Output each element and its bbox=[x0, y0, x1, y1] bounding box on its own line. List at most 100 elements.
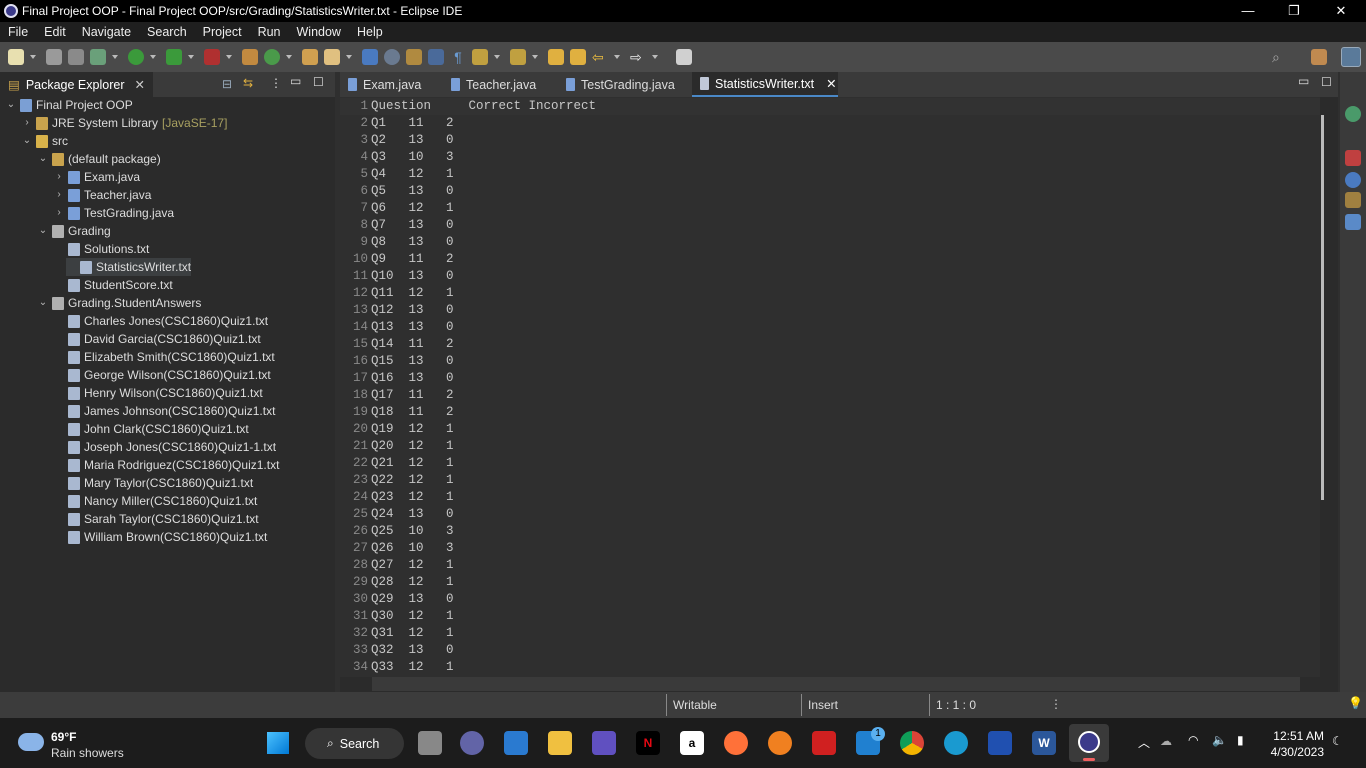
chevron-down-icon[interactable]: ⌄ bbox=[38, 222, 48, 240]
open-task-icon[interactable] bbox=[362, 49, 378, 65]
block-selection-icon[interactable] bbox=[428, 49, 444, 65]
menu-file[interactable]: File bbox=[0, 25, 36, 39]
battery-icon[interactable]: ▮ bbox=[1237, 733, 1244, 747]
new-class-icon[interactable] bbox=[264, 49, 280, 65]
tree-item[interactable]: ⌄ src bbox=[22, 132, 68, 150]
tree-item[interactable]: › Teacher.java bbox=[54, 186, 151, 204]
chevron-right-icon[interactable]: › bbox=[54, 168, 64, 186]
tree-item[interactable]: ⌄ Grading bbox=[38, 222, 111, 240]
tree-item[interactable]: Mary Taylor(CSC1860)Quiz1.txt bbox=[54, 474, 253, 492]
open-type-icon[interactable] bbox=[302, 49, 318, 65]
tab-statisticswriter-txt[interactable]: StatisticsWriter.txt ✕ bbox=[692, 72, 838, 97]
tree-item[interactable]: StudentScore.txt bbox=[54, 276, 173, 294]
menu-run[interactable]: Run bbox=[250, 25, 289, 39]
javadoc-icon[interactable] bbox=[1345, 172, 1361, 188]
outline-icon[interactable] bbox=[1345, 106, 1361, 122]
view-menu-icon[interactable]: ⋮ bbox=[270, 76, 282, 90]
toggle-breadcrumb-icon[interactable] bbox=[406, 49, 422, 65]
close-button[interactable]: ✕ bbox=[1318, 0, 1364, 22]
menu-navigate[interactable]: Navigate bbox=[74, 25, 139, 39]
onedrive-icon[interactable]: ☁ bbox=[1160, 734, 1172, 748]
task-view-icon[interactable] bbox=[418, 731, 442, 755]
minimize-view-icon[interactable]: ▭ bbox=[290, 74, 301, 88]
taskbar-search[interactable]: ⌕ Search bbox=[305, 728, 404, 759]
tree-item[interactable]: Joseph Jones(CSC1860)Quiz1-1.txt bbox=[54, 438, 276, 456]
chevron-down-icon[interactable]: ⌄ bbox=[38, 294, 48, 312]
tree-item[interactable]: James Johnson(CSC1860)Quiz1.txt bbox=[54, 402, 275, 420]
status-menu-icon[interactable]: ⋮ bbox=[1050, 697, 1062, 711]
edge-icon[interactable] bbox=[944, 731, 968, 755]
next-annotation-icon[interactable] bbox=[472, 49, 488, 65]
tree-item[interactable]: ⌄ Final Project OOP bbox=[6, 96, 133, 114]
amazon-icon[interactable]: a bbox=[680, 731, 704, 755]
menu-help[interactable]: Help bbox=[349, 25, 391, 39]
tab-package-explorer[interactable]: ▤ Package Explorer ✕ bbox=[0, 72, 153, 97]
file-explorer-icon[interactable] bbox=[548, 731, 572, 755]
weather-desc[interactable]: Rain showers bbox=[51, 746, 124, 760]
tree-item[interactable]: › TestGrading.java bbox=[54, 204, 174, 222]
coverage-icon[interactable] bbox=[166, 49, 182, 65]
netflix-icon[interactable]: N bbox=[636, 731, 660, 755]
tree-item[interactable]: David Garcia(CSC1860)Quiz1.txt bbox=[54, 330, 261, 348]
tip-lightbulb-icon[interactable]: 💡 bbox=[1348, 696, 1363, 710]
clock-date[interactable]: 4/30/2023 bbox=[1264, 745, 1324, 759]
last-edit-icon[interactable] bbox=[548, 49, 564, 65]
collapse-all-icon[interactable]: ⊟ bbox=[222, 77, 232, 91]
back-arrow-icon[interactable]: ⇦ bbox=[592, 49, 608, 65]
tree-item[interactable]: › Exam.java bbox=[54, 168, 140, 186]
chevron-down-icon[interactable]: ⌄ bbox=[22, 132, 32, 150]
menu-project[interactable]: Project bbox=[195, 25, 250, 39]
chevron-right-icon[interactable]: › bbox=[54, 186, 64, 204]
save-icon[interactable] bbox=[46, 49, 62, 65]
app-icon[interactable] bbox=[812, 731, 836, 755]
vpn-icon[interactable] bbox=[988, 731, 1012, 755]
tree-item[interactable]: ⌄ Grading.StudentAnswers bbox=[38, 294, 202, 312]
run-icon[interactable] bbox=[128, 49, 144, 65]
microsoft-store-icon[interactable] bbox=[504, 731, 528, 755]
horizontal-scrollbar[interactable] bbox=[370, 677, 1300, 691]
status-insert-mode[interactable]: Insert bbox=[801, 694, 928, 716]
tree-item[interactable]: Sarah Taylor(CSC1860)Quiz1.txt bbox=[54, 510, 259, 528]
weather-temp[interactable]: 69°F bbox=[51, 730, 76, 744]
tree-item[interactable]: Charles Jones(CSC1860)Quiz1.txt bbox=[54, 312, 268, 330]
tree-item[interactable]: Solutions.txt bbox=[54, 240, 149, 258]
chevron-right-icon[interactable]: › bbox=[22, 114, 32, 132]
notifications-moon-icon[interactable]: ☾ bbox=[1332, 734, 1343, 748]
word-icon[interactable]: W bbox=[1032, 731, 1056, 755]
tree-item[interactable]: Nancy Miller(CSC1860)Quiz1.txt bbox=[54, 492, 257, 510]
wifi-icon[interactable]: ◠ bbox=[1188, 733, 1198, 747]
text-editor[interactable]: 1 Question Correct Incorrect 2 Q1 11 2 3 Q2 1… bbox=[340, 97, 1320, 677]
debug-icon[interactable] bbox=[90, 49, 106, 65]
problems-icon[interactable] bbox=[1345, 150, 1361, 166]
declaration-icon[interactable] bbox=[1345, 192, 1361, 208]
start-icon[interactable] bbox=[267, 732, 289, 754]
tree-item[interactable]: › JRE System Library [JavaSE-17] bbox=[22, 114, 227, 132]
eclipse-taskbar-button[interactable] bbox=[1069, 724, 1109, 762]
close-icon[interactable]: ✕ bbox=[134, 77, 144, 92]
chevron-down-icon[interactable]: ⌄ bbox=[6, 96, 16, 114]
tab-exam-java[interactable]: Exam.java bbox=[340, 72, 432, 97]
forward-edit-icon[interactable] bbox=[570, 49, 586, 65]
search-icon[interactable]: ⌕ bbox=[1272, 49, 1280, 66]
tree-item[interactable]: John Clark(CSC1860)Quiz1.txt bbox=[54, 420, 249, 438]
brave-icon[interactable] bbox=[768, 731, 792, 755]
tree-item[interactable]: Elizabeth Smith(CSC1860)Quiz1.txt bbox=[54, 348, 275, 366]
search-tool-icon[interactable] bbox=[324, 49, 340, 65]
menu-search[interactable]: Search bbox=[139, 25, 195, 39]
show-hidden-icons-chevron-icon[interactable]: ︿ bbox=[1138, 734, 1150, 751]
tree-item[interactable]: StatisticsWriter.txt bbox=[66, 258, 192, 276]
external-tools-icon[interactable] bbox=[204, 49, 220, 65]
tree-item[interactable]: William Brown(CSC1860)Quiz1.txt bbox=[54, 528, 267, 546]
chevron-right-icon[interactable]: › bbox=[54, 204, 64, 222]
chrome-icon[interactable] bbox=[900, 731, 924, 755]
tree-item[interactable]: Henry Wilson(CSC1860)Quiz1.txt bbox=[54, 384, 263, 402]
tree-item[interactable]: ⌄ (default package) bbox=[38, 150, 161, 168]
menu-window[interactable]: Window bbox=[289, 25, 349, 39]
java-perspective-icon[interactable] bbox=[1311, 49, 1327, 65]
teams-chat-icon[interactable] bbox=[460, 731, 484, 755]
console-icon[interactable] bbox=[1345, 214, 1361, 230]
open-perspective-icon[interactable] bbox=[676, 49, 692, 65]
volume-icon[interactable]: 🔈 bbox=[1212, 733, 1227, 747]
tree-item[interactable]: Maria Rodriguez(CSC1860)Quiz1.txt bbox=[54, 456, 279, 474]
tab-teacher-java[interactable]: Teacher.java bbox=[443, 72, 547, 97]
